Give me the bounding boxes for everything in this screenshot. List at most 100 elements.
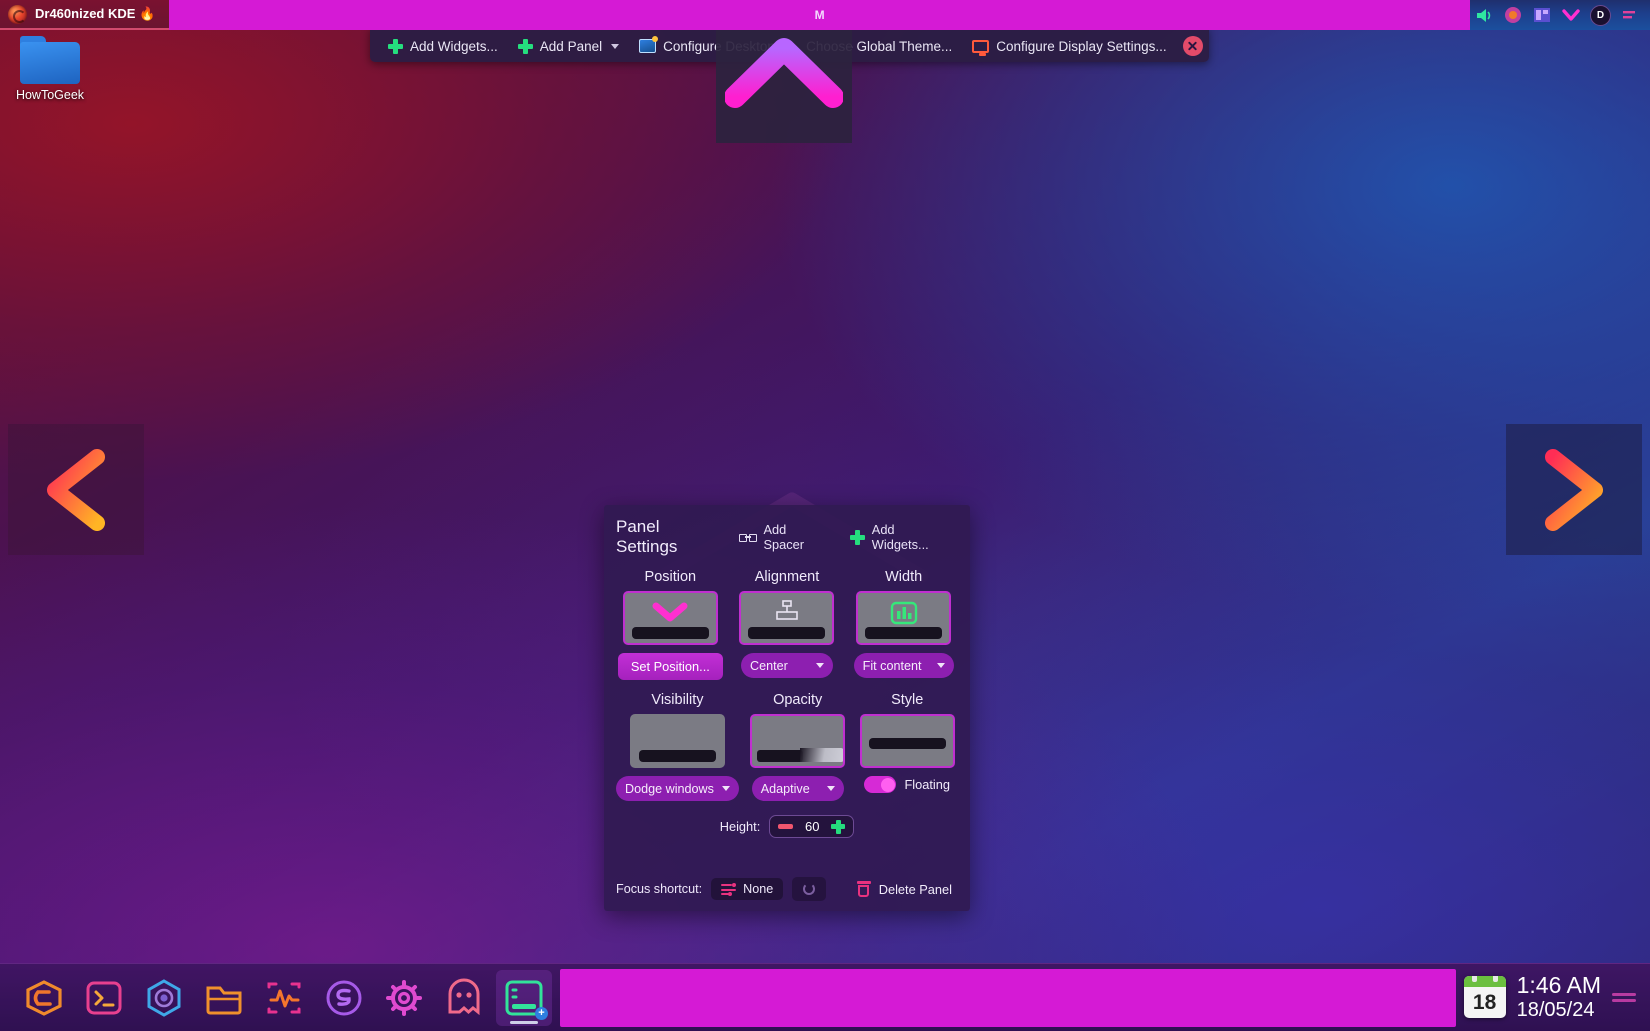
panel-settings-dialog[interactable]: Panel Settings Add Spacer Add Widgets...… bbox=[604, 505, 970, 911]
toolbar-add-panel[interactable]: Add Panel bbox=[510, 35, 627, 58]
window-title: Dr460nized KDE 🔥 bbox=[35, 6, 156, 21]
active-task-label: M bbox=[814, 8, 825, 22]
pager-next-desktop[interactable] bbox=[1506, 424, 1642, 555]
height-label: Height: bbox=[719, 819, 761, 834]
taskbar-window-entry[interactable]: Dr460nized KDE 🔥 bbox=[0, 0, 170, 30]
desktop-icon-howtogeek[interactable]: HowToGeek bbox=[8, 36, 92, 102]
ghost-icon bbox=[448, 978, 480, 1015]
position-label: Position bbox=[644, 569, 697, 585]
clock-time: 1:46 AM bbox=[1516, 972, 1601, 999]
alignment-label: Alignment bbox=[754, 569, 820, 585]
setting-opacity: Opacity Adaptive bbox=[747, 692, 849, 801]
visibility-dropdown[interactable]: Dodge windows bbox=[616, 776, 739, 801]
set-position-label: Set Position... bbox=[630, 659, 710, 674]
chevron-right-icon bbox=[1545, 448, 1603, 531]
style-preview-tile[interactable] bbox=[859, 714, 955, 768]
add-widgets-button[interactable]: Add Widgets... bbox=[844, 519, 958, 555]
browser-icon bbox=[147, 978, 181, 1017]
dock-item-file-manager[interactable] bbox=[196, 970, 252, 1026]
active-task-area[interactable]: M bbox=[169, 0, 1470, 30]
delete-panel-button[interactable]: Delete Panel bbox=[851, 877, 958, 901]
plus-icon[interactable] bbox=[831, 819, 846, 834]
setting-position: Position Set Position... bbox=[616, 569, 725, 680]
chevron-down-icon bbox=[611, 43, 620, 49]
height-stepper[interactable]: 60 bbox=[769, 815, 855, 838]
width-preview-tile[interactable] bbox=[856, 591, 952, 645]
system-tray[interactable]: D bbox=[1470, 0, 1650, 30]
dragon-launcher-icon bbox=[26, 979, 62, 1016]
pulse-icon bbox=[267, 982, 301, 1013]
digital-clock[interactable]: 1:46 AM 18/05/24 bbox=[1516, 972, 1601, 1022]
height-value[interactable]: 60 bbox=[801, 819, 823, 834]
toolbar-add-widgets[interactable]: Add Widgets... bbox=[380, 35, 506, 58]
dock-task-area[interactable] bbox=[560, 968, 1456, 1027]
dock-item-web-browser[interactable] bbox=[136, 970, 192, 1026]
avatar-initial: D bbox=[1596, 9, 1605, 21]
focus-shortcut-button[interactable]: None bbox=[711, 878, 784, 900]
wallpaper-icon bbox=[639, 36, 659, 53]
toolbar-add-widgets-label: Add Widgets... bbox=[410, 38, 498, 54]
panel-height-row: Height: 60 bbox=[604, 801, 970, 838]
chevron-down-icon[interactable] bbox=[1561, 5, 1581, 25]
trash-icon bbox=[856, 881, 871, 897]
floating-toggle-row[interactable]: Floating bbox=[864, 776, 950, 793]
dock-item-spotify[interactable] bbox=[316, 970, 372, 1026]
dock-item-add-panel[interactable]: + bbox=[496, 969, 552, 1026]
top-panel[interactable]: Dr460nized KDE 🔥 M D bbox=[0, 0, 1650, 30]
toolbar-configure-display-label: Configure Display Settings... bbox=[996, 38, 1167, 54]
revert-shortcut-button[interactable] bbox=[792, 877, 827, 901]
add-widgets-label: Add Widgets... bbox=[871, 522, 929, 552]
minus-icon[interactable] bbox=[778, 824, 794, 829]
visibility-preview-tile[interactable] bbox=[629, 714, 725, 768]
pin-icon[interactable] bbox=[1620, 5, 1640, 25]
opacity-preview-tile[interactable] bbox=[750, 714, 846, 768]
floating-toggle[interactable] bbox=[864, 776, 897, 793]
position-preview-tile[interactable] bbox=[622, 591, 718, 645]
chevron-left-icon bbox=[47, 448, 105, 531]
dock-item-application-launcher[interactable] bbox=[16, 970, 72, 1026]
dock-clock-area[interactable]: 18 1:46 AM 18/05/24 bbox=[1463, 972, 1650, 1022]
alignment-preview-tile[interactable] bbox=[739, 591, 835, 645]
add-spacer-label: Add Spacer bbox=[763, 522, 805, 552]
toolbar-configure-display-settings[interactable]: Configure Display Settings... bbox=[964, 35, 1174, 58]
monitor-icon bbox=[972, 39, 990, 56]
opacity-dropdown[interactable]: Adaptive bbox=[751, 776, 844, 801]
add-spacer-button[interactable]: Add Spacer bbox=[733, 519, 834, 555]
chevron-up-icon bbox=[725, 37, 843, 108]
folder-icon bbox=[206, 986, 242, 1014]
dock-item-ghostwriter[interactable] bbox=[436, 970, 492, 1026]
network-icon[interactable] bbox=[1503, 5, 1523, 25]
dragon-icon bbox=[8, 4, 27, 24]
plus-icon bbox=[388, 38, 403, 54]
plus-icon bbox=[517, 38, 533, 54]
user-avatar[interactable]: D bbox=[1590, 4, 1611, 26]
volume-icon[interactable] bbox=[1474, 5, 1494, 25]
show-desktop-icon[interactable] bbox=[1612, 984, 1636, 1010]
shortcut-icon bbox=[721, 882, 737, 896]
set-position-button[interactable]: Set Position... bbox=[617, 653, 723, 680]
calendar-icon[interactable]: 18 bbox=[1463, 976, 1506, 1019]
setting-visibility: Visibility Dodge windows bbox=[616, 692, 739, 801]
dock-item-system-monitor[interactable] bbox=[256, 970, 312, 1026]
alignment-value: Center bbox=[749, 658, 788, 673]
clipboard-icon[interactable] bbox=[1532, 5, 1552, 25]
revert-icon bbox=[803, 883, 816, 895]
pager-previous-desktop[interactable] bbox=[8, 424, 144, 555]
dock-item-terminal[interactable] bbox=[76, 970, 132, 1026]
bottom-dock-panel[interactable]: + 18 1:46 AM 18/05/24 bbox=[0, 963, 1650, 1031]
panel-settings-grid-top: Position Set Position... Alignment Cente… bbox=[604, 563, 970, 680]
plus-icon bbox=[849, 529, 865, 545]
terminal-icon bbox=[86, 981, 122, 1014]
close-icon[interactable] bbox=[1182, 36, 1203, 56]
panel-settings-header: Panel Settings Add Spacer Add Widgets... bbox=[604, 505, 970, 563]
delete-panel-label: Delete Panel bbox=[878, 881, 952, 897]
width-dropdown[interactable]: Fit content bbox=[853, 653, 954, 678]
chevron-down-icon bbox=[815, 663, 824, 668]
chevron-down-icon bbox=[936, 663, 945, 668]
chevron-down-icon bbox=[826, 786, 835, 791]
opacity-label: Opacity bbox=[773, 692, 823, 708]
dock-item-system-settings[interactable] bbox=[376, 970, 432, 1026]
focus-shortcut-label: Focus shortcut: bbox=[616, 882, 703, 896]
alignment-dropdown[interactable]: Center bbox=[740, 653, 833, 678]
add-badge-icon: + bbox=[535, 1006, 548, 1020]
